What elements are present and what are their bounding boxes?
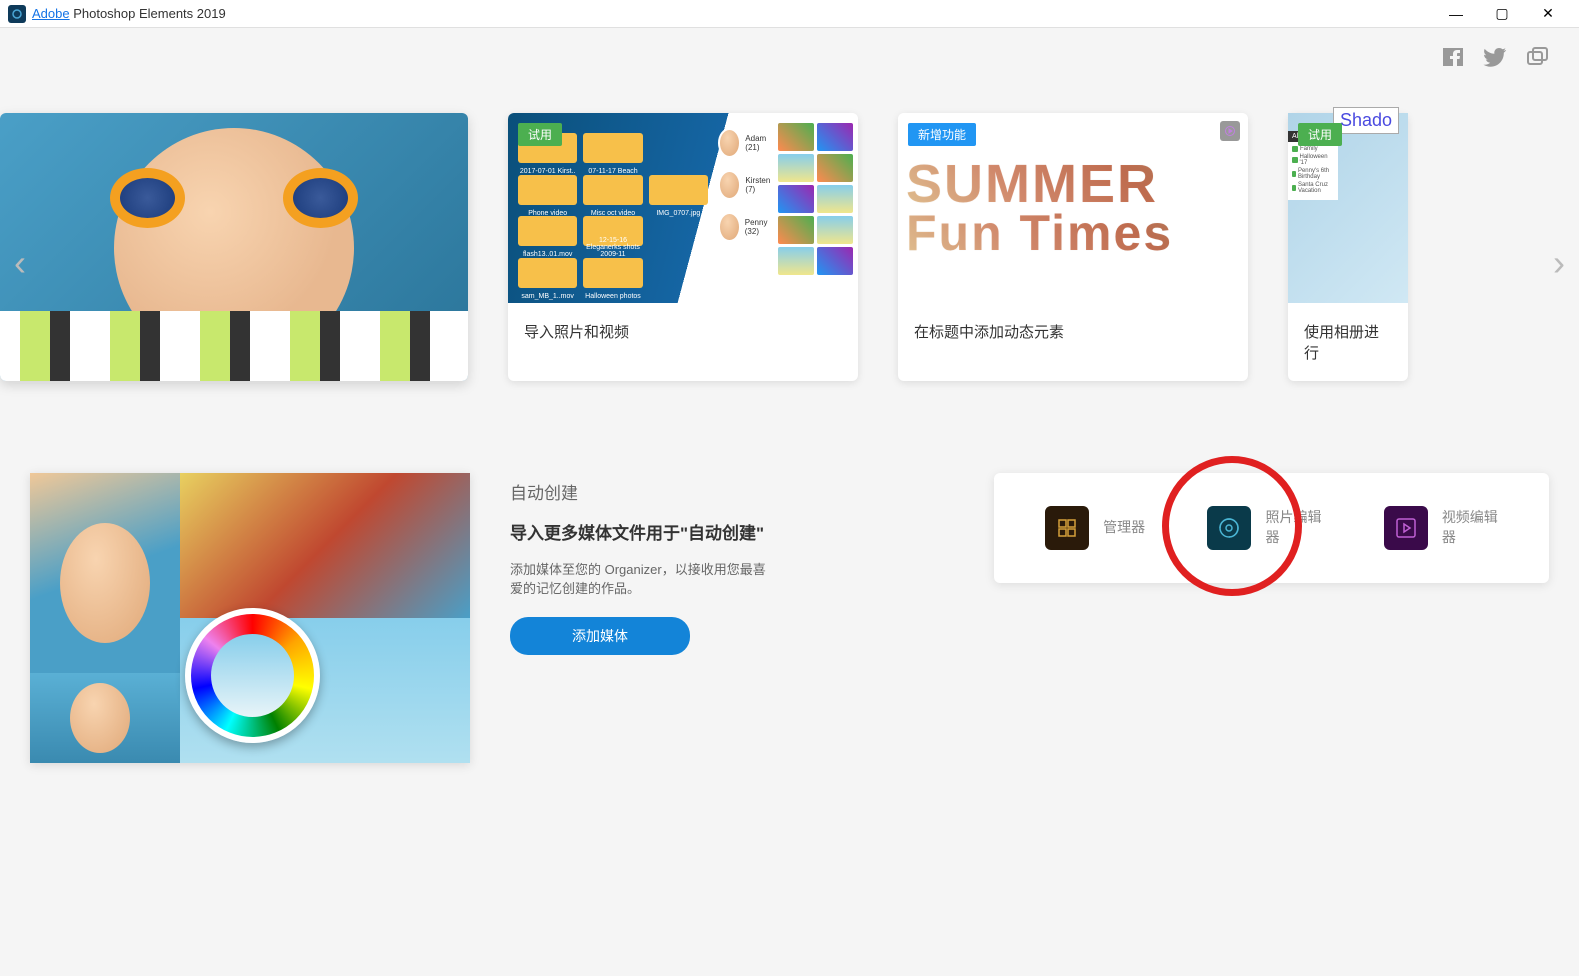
organizer-label: 管理器 bbox=[1103, 518, 1145, 538]
auto-create-collage bbox=[30, 473, 470, 763]
card-caption: 导入照片和视频 bbox=[508, 303, 858, 360]
window-titlebar: Adobe Photoshop Elements 2019 — ▢ ✕ bbox=[0, 0, 1579, 28]
carousel-card-album[interactable]: 试用 Albums Family Halloween '17 Penny's 6… bbox=[1288, 113, 1408, 381]
auto-create-info: 自动创建 导入更多媒体文件用于"自动创建" 添加媒体至您的 Organizer，… bbox=[510, 473, 770, 763]
window-title: Adobe Photoshop Elements 2019 bbox=[32, 6, 226, 21]
organizer-icon bbox=[1045, 506, 1089, 550]
minimize-button[interactable]: — bbox=[1433, 0, 1479, 28]
video-editor-label: 视频编辑器 bbox=[1442, 508, 1498, 547]
carousel-prev-button[interactable]: ‹ bbox=[5, 233, 35, 293]
hero-image bbox=[0, 113, 468, 381]
twitter-icon[interactable] bbox=[1483, 45, 1507, 69]
photo-editor-launcher[interactable]: 照片编辑器 bbox=[1207, 506, 1321, 550]
feature-carousel: ‹ › 试用 2017-07-01 Kirst.. 07-11-17 Beach bbox=[0, 113, 1579, 413]
carousel-card-import[interactable]: 试用 2017-07-01 Kirst.. 07-11-17 Beach Pho… bbox=[508, 113, 858, 381]
video-editor-corner-icon bbox=[1220, 121, 1240, 141]
photo-editor-label: 照片编辑器 bbox=[1265, 508, 1321, 547]
auto-create-title: 自动创建 bbox=[510, 479, 770, 504]
video-editor-launcher[interactable]: 视频编辑器 bbox=[1384, 506, 1498, 550]
share-icon[interactable] bbox=[1525, 45, 1549, 69]
shadow-overlay-label: Shado bbox=[1333, 107, 1399, 134]
launcher-panel: 管理器 照片编辑器 视频编辑器 bbox=[994, 473, 1549, 583]
organizer-launcher[interactable]: 管理器 bbox=[1045, 506, 1145, 550]
app-icon bbox=[8, 5, 26, 23]
auto-create-heading: 导入更多媒体文件用于"自动创建" bbox=[510, 522, 770, 546]
carousel-next-button[interactable]: › bbox=[1544, 233, 1574, 293]
auto-create-description: 添加媒体至您的 Organizer，以接收用您最喜爱的记忆创建的作品。 bbox=[510, 560, 770, 599]
photo-editor-icon bbox=[1207, 506, 1251, 550]
trial-badge: 试用 bbox=[1298, 123, 1342, 146]
video-editor-icon bbox=[1384, 506, 1428, 550]
add-media-button[interactable]: 添加媒体 bbox=[510, 617, 690, 655]
card-caption: 在标题中添加动态元素 bbox=[898, 303, 1248, 360]
carousel-card-summer[interactable]: 新增功能 SUMMER Fun Times 在标题中添加动态元素 bbox=[898, 113, 1248, 381]
close-button[interactable]: ✕ bbox=[1525, 0, 1571, 28]
facebook-icon[interactable] bbox=[1441, 45, 1465, 69]
maximize-button[interactable]: ▢ bbox=[1479, 0, 1525, 28]
card-caption: 使用相册进行 bbox=[1288, 303, 1408, 381]
trial-badge: 试用 bbox=[518, 123, 562, 146]
social-bar bbox=[1441, 45, 1549, 69]
carousel-hero-card[interactable] bbox=[0, 113, 468, 381]
new-feature-badge: 新增功能 bbox=[908, 123, 976, 146]
